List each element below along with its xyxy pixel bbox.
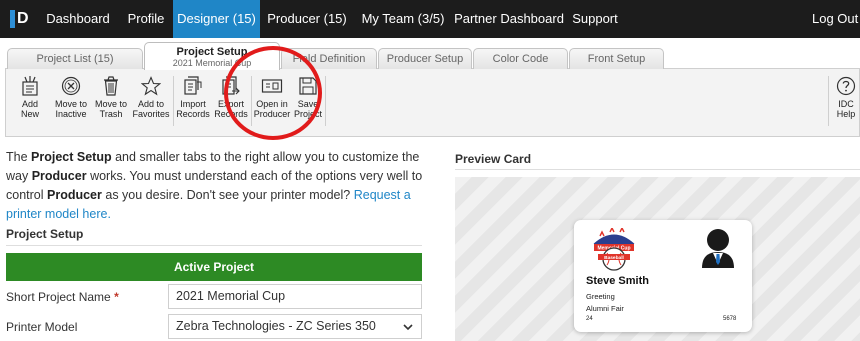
printer-model-label: Printer Model	[6, 320, 78, 334]
nav-profile[interactable]: Profile	[120, 0, 172, 38]
card-number-left: 24	[586, 316, 593, 322]
card-line-1: Greeting	[586, 292, 615, 301]
intro-bold-producer: Producer	[31, 169, 87, 183]
brand-logo-letter: D	[17, 10, 29, 27]
top-nav: D Dashboard Profile Designer (15) Produc…	[0, 0, 860, 38]
preview-card-title: Preview Card	[455, 152, 532, 166]
card-name: Steve Smith	[586, 275, 649, 287]
tab-producer-setup[interactable]: Producer Setup	[378, 48, 472, 69]
printer-model-select[interactable]: Zebra Technologies - ZC Series 350	[168, 314, 422, 339]
annotation-circle	[224, 46, 322, 140]
required-mark: *	[114, 290, 119, 304]
nav-logout[interactable]: Log Out	[812, 0, 860, 38]
memorial-cup-baseball-logo: Memorial Cup Baseball	[593, 228, 635, 271]
divider	[6, 245, 422, 246]
intro-text: The Project Setup and smaller tabs to th…	[6, 148, 426, 224]
x-circle-icon	[61, 76, 81, 96]
chevron-down-icon	[403, 324, 413, 331]
intro-bold-producer: Producer	[47, 188, 102, 202]
nav-partner-dashboard[interactable]: Partner Dashboard	[453, 0, 565, 38]
tab-front-setup[interactable]: Front Setup	[569, 48, 664, 69]
card-number-right: 5678	[723, 316, 737, 322]
intro-text-part: as you desire. Don't see your printer mo…	[101, 188, 354, 202]
card-line-2: Alumni Fair	[586, 304, 624, 313]
add-new-button[interactable]: Add New	[11, 76, 49, 132]
import-records-label-1: Import	[180, 99, 206, 109]
nav-my-team[interactable]: My Team (3/5)	[357, 0, 449, 38]
add-new-label-2: New	[20, 109, 39, 119]
idc-help-button[interactable]: IDC Help	[832, 76, 860, 132]
add-new-label-1: Add	[21, 99, 38, 109]
move-inactive-label-2: Inactive	[55, 109, 87, 119]
tab-project-list[interactable]: Project List (15)	[7, 48, 143, 69]
import-records-label-2: Records	[176, 109, 210, 119]
section-title: Project Setup	[6, 227, 84, 241]
trash-icon	[104, 76, 118, 96]
short-project-name-label-text: Short Project Name	[6, 290, 111, 304]
printer-model-value: Zebra Technologies - ZC Series 350	[176, 319, 376, 333]
avatar	[702, 229, 734, 268]
idc-help-label-2: Help	[836, 109, 856, 119]
add-favorites-label-1: Add to	[137, 99, 165, 109]
active-project-bar: Active Project	[6, 253, 422, 281]
id-card-preview: Memorial Cup Baseball Steve Smith Greeti…	[574, 220, 752, 332]
move-to-trash-button[interactable]: Move to Trash	[93, 76, 129, 132]
nav-designer[interactable]: Designer (15)	[173, 0, 260, 38]
move-trash-label-1: Move to	[94, 99, 127, 109]
intro-bold-project-setup: Project Setup	[31, 150, 112, 164]
brand-logo[interactable]: D	[10, 10, 32, 28]
toolbar-separator	[325, 76, 326, 126]
move-trash-label-2: Trash	[99, 109, 123, 119]
help-icon	[836, 76, 856, 96]
nav-support[interactable]: Support	[567, 0, 623, 38]
star-icon	[141, 76, 161, 96]
divider	[455, 169, 860, 170]
import-icon	[184, 76, 202, 95]
add-new-icon	[22, 76, 38, 96]
nav-producer[interactable]: Producer (15)	[262, 0, 352, 38]
tab-color-code[interactable]: Color Code	[473, 48, 568, 69]
move-to-inactive-button[interactable]: Move to Inactive	[52, 76, 90, 132]
short-project-name-input[interactable]: 2021 Memorial Cup	[168, 284, 422, 309]
nav-dashboard[interactable]: Dashboard	[38, 0, 118, 38]
short-project-name-label: Short Project Name *	[6, 290, 119, 304]
move-inactive-label-1: Move to	[54, 99, 87, 109]
toolbar-separator	[173, 76, 174, 126]
idc-help-label-1: IDC	[838, 99, 854, 109]
import-records-button[interactable]: Import Records	[175, 76, 211, 132]
add-favorites-label-2: Favorites	[132, 109, 170, 119]
toolbar-separator	[828, 76, 829, 126]
add-to-favorites-button[interactable]: Add to Favorites	[131, 76, 171, 132]
logo-text-bottom: Baseball	[604, 255, 624, 261]
intro-text-part: The	[6, 150, 32, 164]
